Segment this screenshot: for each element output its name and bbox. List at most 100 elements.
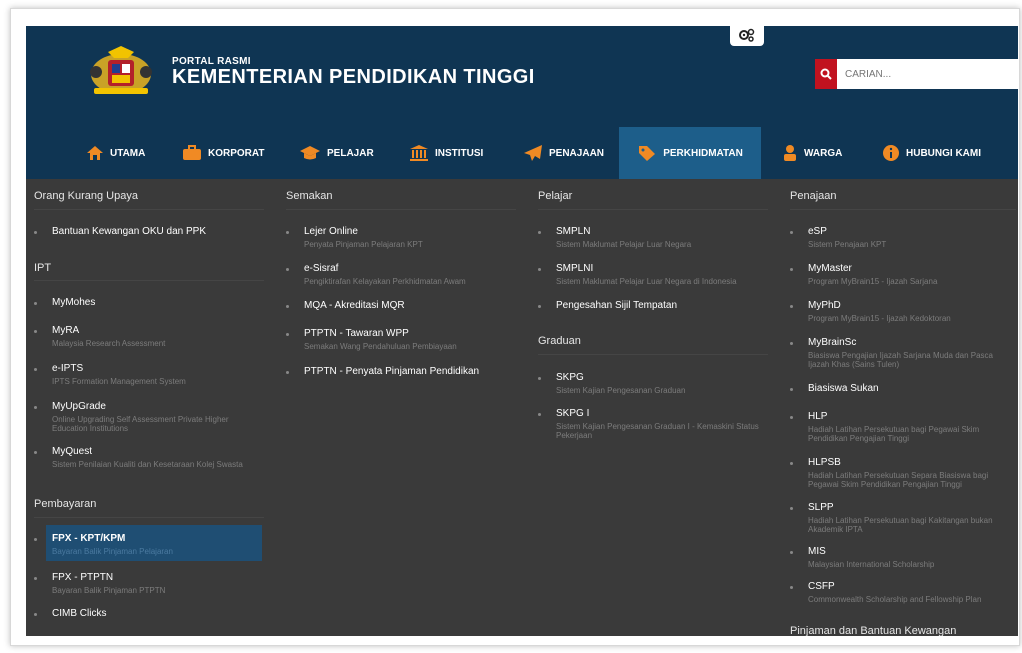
menu-item-subtitle: Pengiktirafan Kelayakan Perkhidmatan Awa… [304, 277, 466, 286]
nav-perkhidmatan[interactable]: PERKHIDMATAN [619, 127, 761, 179]
institution-icon [409, 144, 429, 162]
bullet-dot [34, 302, 37, 305]
nav-hubungi-kami[interactable]: HUBUNGI KAMI [882, 127, 981, 179]
nav-penajaan[interactable]: PENAJAAN [523, 127, 604, 179]
info-icon [882, 144, 900, 162]
bullet-dot [34, 577, 37, 580]
nav-label: INSTITUSI [435, 147, 484, 159]
section-title: Pembayaran [34, 498, 97, 510]
section-title: IPT [34, 262, 52, 274]
menu-item-title: HLP [808, 411, 828, 422]
search-icon [820, 68, 832, 80]
menu-item-title: MyUpGrade [52, 401, 106, 412]
nav-institusi[interactable]: INSTITUSI [409, 127, 483, 179]
bullet-dot [34, 613, 37, 616]
menu-item-title: HLPSB [808, 457, 841, 468]
nav-label: PELAJAR [327, 147, 374, 159]
bullet-dot [34, 451, 37, 454]
menu-item-title: MyMohes [52, 297, 96, 308]
section-title: Penajaan [790, 190, 837, 202]
menu-item-title: FPX - KPT/KPM [52, 533, 126, 544]
menu-item-subtitle: Malaysia Research Assessment [52, 339, 166, 348]
menu-item-title: PTPTN - Penyata Pinjaman Pendidikan [304, 366, 480, 377]
mega-menu: Orang Kurang Upaya Bantuan Kewangan OKU … [26, 179, 1018, 636]
gears-icon [739, 28, 755, 42]
bullet-dot [538, 268, 541, 271]
menu-item-title: CSFP [808, 581, 835, 592]
bullet-dot [790, 388, 793, 391]
menu-item-title: eSP [808, 226, 827, 237]
menu-item-title: e-Sisraf [304, 263, 339, 274]
nav-label: WARGA [804, 147, 843, 159]
menu-item-subtitle: Sistem Kajian Pengesanan Graduan I - Kem… [556, 422, 759, 440]
menu-item-title: MQA - Akreditasi MQR [304, 300, 405, 311]
bullet-dot [538, 305, 541, 308]
menu-item-title: MyQuest [52, 446, 93, 457]
bullet-dot [790, 231, 793, 234]
bullet-dot [790, 342, 793, 345]
menu-item-title: Lejer Online [304, 226, 358, 237]
bullet-dot [286, 333, 289, 336]
portal-title[interactable]: KEMENTERIAN PENDIDIKAN TINGGI [172, 66, 535, 89]
menu-item-subtitle: Program MyBrain15 - Ijazah Kedoktoran [808, 314, 951, 323]
bullet-dot [34, 330, 37, 333]
bullet-dot [790, 551, 793, 554]
menu-item-subtitle: Biasiswa Pengajian Ijazah Sarjana Muda d… [808, 351, 994, 369]
menu-item-title: SMPLNI [556, 263, 594, 274]
nav-label: KORPORAT [208, 147, 265, 159]
bullet-dot [286, 371, 289, 374]
menu-item-title: PTPTN - Tawaran WPP [304, 328, 409, 339]
menu-item-subtitle: Sistem Maklumat Pelajar Luar Negara [556, 240, 692, 249]
settings-button[interactable] [730, 26, 764, 46]
nav-utama[interactable]: UTAMA [86, 127, 145, 179]
nav-label: UTAMA [110, 147, 146, 159]
menu-item-title: MyMaster [808, 263, 852, 274]
divider [538, 209, 768, 210]
menu-item-title: Bantuan Kewangan OKU dan PPK [52, 226, 206, 237]
bullet-dot [790, 507, 793, 510]
paper-plane-icon [523, 144, 543, 162]
menu-item-subtitle: Hadiah Latihan Persekutuan bagi Pegawai … [808, 425, 980, 443]
menu-item-subtitle: IPTS Formation Management System [52, 377, 186, 386]
menu-item-subtitle: Sistem Penilaian Kualiti dan Kesetaraan … [52, 460, 243, 469]
menu-item-title: SKPG I [556, 408, 590, 419]
browser-viewport: PORTAL RASMI KEMENTERIAN PENDIDIKAN TING… [26, 26, 1018, 636]
section-title: Graduan [538, 335, 581, 347]
users-icon [782, 144, 798, 162]
menu-item-title: MyRA [52, 325, 80, 336]
menu-item-title: SMPLN [556, 226, 591, 237]
nav-warga[interactable]: WARGA [782, 127, 842, 179]
section-title: Orang Kurang Upaya [34, 190, 138, 202]
divider [286, 209, 516, 210]
divider [34, 517, 264, 518]
briefcase-icon [182, 145, 202, 161]
coat-of-arms-logo[interactable] [88, 44, 154, 98]
home-icon [86, 145, 104, 161]
bullet-dot [538, 231, 541, 234]
menu-item-title: MyPhD [808, 300, 841, 311]
section-title: Pelajar [538, 190, 573, 202]
search-button[interactable] [815, 59, 837, 89]
nav-pelajar[interactable]: PELAJAR [299, 127, 374, 179]
menu-item-title: SLPP [808, 502, 834, 513]
search-input[interactable] [837, 60, 1007, 88]
menu-item-subtitle: Sistem Kajian Pengesanan Graduan [556, 386, 686, 395]
menu-item-subtitle: Online Upgrading Self Assessment Private… [52, 415, 229, 433]
menu-item-subtitle: Commonwealth Scholarship and Fellowship … [808, 595, 982, 604]
bullet-dot [286, 231, 289, 234]
menu-item-title: Pengesahan Sijil Tempatan [556, 300, 678, 311]
menu-item-subtitle: Program MyBrain15 - Ijazah Sarjana [808, 277, 938, 286]
menu-item-title: MIS [808, 546, 826, 557]
bullet-dot [286, 268, 289, 271]
menu-item-title: Biasiswa Sukan [808, 383, 879, 394]
nav-label: PERKHIDMATAN [663, 147, 743, 159]
menu-item-title: MyBrainSc [808, 337, 857, 348]
bullet-dot [34, 406, 37, 409]
menu-item-title: e-IPTS [52, 363, 84, 374]
nav-korporat[interactable]: KORPORAT [182, 127, 264, 179]
nav-label: HUBUNGI KAMI [906, 147, 981, 159]
site-header: PORTAL RASMI KEMENTERIAN PENDIDIKAN TING… [26, 26, 1018, 127]
divider [538, 354, 768, 355]
menu-item-subtitle: Bayaran Balik Pinjaman PTPTN [52, 586, 166, 595]
bullet-dot [34, 231, 37, 234]
